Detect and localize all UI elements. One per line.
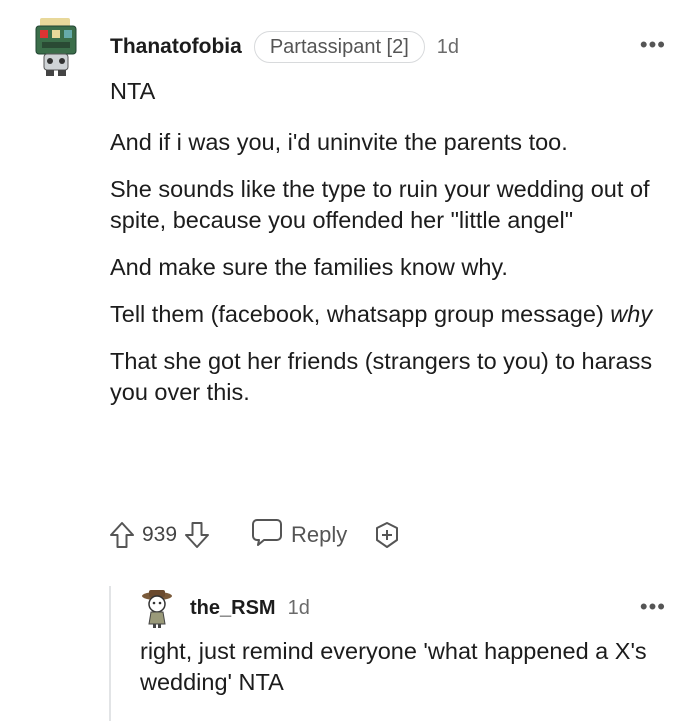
reply-body: right, just remind everyone 'what happen… bbox=[140, 636, 680, 698]
comment-age: 1d bbox=[436, 35, 460, 58]
reply-header: the_RSM 1d bbox=[190, 594, 310, 622]
user-flair: Partassipant [2] bbox=[253, 31, 425, 63]
award-icon[interactable] bbox=[373, 521, 401, 549]
upvote-icon[interactable] bbox=[108, 520, 136, 550]
reply-more-options-button[interactable]: ••• bbox=[640, 594, 666, 620]
comment-header: Thanatofobia Partassipant [2] 1d bbox=[110, 30, 459, 64]
reply-author[interactable]: the_RSM bbox=[190, 597, 276, 620]
comment-actions: 939 Reply bbox=[108, 516, 401, 554]
downvote-icon[interactable] bbox=[183, 520, 211, 550]
comment-paragraph: And make sure the families know why. bbox=[110, 254, 508, 280]
user-avatar[interactable] bbox=[30, 16, 84, 78]
reply-avatar[interactable] bbox=[138, 588, 176, 628]
comment-emphasis: why bbox=[610, 301, 653, 327]
comment-body: NTA And if i was you, i'd uninvite the p… bbox=[110, 76, 680, 424]
more-options-button[interactable]: ••• bbox=[640, 32, 666, 58]
comment-text: Tell them (facebook, whatsapp group mess… bbox=[110, 301, 611, 327]
comment-paragraph: Tell them (facebook, whatsapp group mess… bbox=[110, 299, 680, 330]
comment-author[interactable]: Thanatofobia bbox=[110, 35, 242, 59]
thread-line[interactable] bbox=[109, 586, 111, 721]
comment-paragraph: That she got her friends (strangers to y… bbox=[110, 348, 653, 405]
reply-button[interactable]: Reply bbox=[251, 517, 347, 553]
reply-label: Reply bbox=[291, 522, 348, 547]
comment-paragraph: And if i was you, i'd uninvite the paren… bbox=[110, 129, 568, 155]
comment-paragraph: She sounds like the type to ruin your we… bbox=[110, 176, 650, 233]
comment-paragraph: NTA bbox=[110, 78, 156, 104]
vote-score: 939 bbox=[142, 523, 178, 546]
reply-age: 1d bbox=[287, 596, 310, 619]
comment-bubble-icon bbox=[251, 517, 283, 553]
reply-text: right, just remind everyone 'what happen… bbox=[140, 638, 647, 695]
comment-thread: Thanatofobia Partassipant [2] 1d ••• NTA… bbox=[0, 0, 700, 721]
